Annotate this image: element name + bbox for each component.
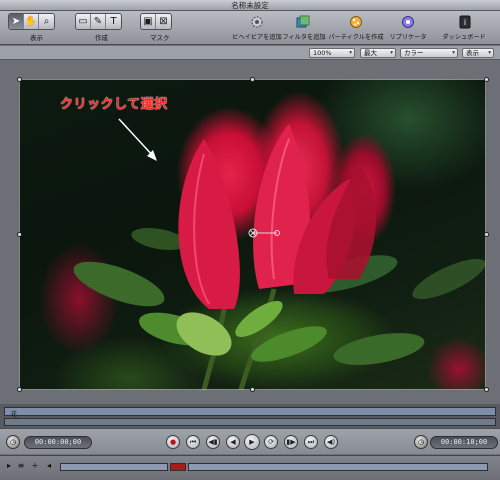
text-icon[interactable]: T (106, 14, 121, 29)
chevron-down-icon: ▾ (488, 50, 491, 56)
bottom-timeline-bar: ▸ ≡ + ◂ (0, 455, 500, 480)
resolution-dropdown[interactable]: 最大 ▾ (360, 48, 396, 58)
resize-handle-bottom-left[interactable] (17, 387, 22, 392)
resolution-value: 最大 (364, 49, 377, 57)
current-timecode[interactable]: 00:00:00;00 (24, 436, 92, 449)
audio-button[interactable]: ◀) (324, 435, 338, 449)
annotation-text: クリックして選択 (60, 97, 168, 112)
view-group-label: 表示 (30, 34, 43, 42)
select-arrow-icon[interactable]: ➤ (9, 14, 24, 29)
step-forward-button[interactable]: ▮▶ (284, 435, 298, 449)
add-filter-label: フィルタを追加 (282, 34, 326, 41)
record-button[interactable]: ● (166, 435, 180, 449)
create-particle-label: パーティクルを作成 (328, 34, 384, 41)
layers-icon[interactable]: ≡ (16, 461, 26, 471)
hand-icon[interactable]: ✋ (24, 14, 39, 29)
go-to-end-button[interactable]: ⏭ (304, 435, 318, 449)
loop-button[interactable]: ⟳ (264, 435, 278, 449)
mini-timeline: 花 (0, 404, 500, 428)
dashboard-label: ダッシュボード (442, 34, 486, 41)
zoom-dropdown[interactable]: 100% ▾ (309, 48, 355, 58)
mask-bezier-icon[interactable]: ⊠ (156, 14, 171, 29)
add-icon[interactable]: + (30, 461, 40, 471)
view-dropdown[interactable]: 表示 ▾ (462, 48, 494, 58)
playhead-marker[interactable] (170, 463, 186, 471)
go-to-start-button[interactable]: ⏮ (186, 435, 200, 449)
gear-icon[interactable] (246, 13, 268, 30)
play-reverse-button[interactable]: ◀ (226, 435, 240, 449)
selection-bounding-box (19, 79, 486, 390)
duration-icon[interactable]: ◷ (414, 435, 428, 449)
add-behavior-label: ビヘイビアを追加 (232, 34, 282, 41)
track-label: 花 (11, 411, 18, 418)
mask-rect-icon[interactable]: ▣ (141, 14, 156, 29)
channel-dropdown[interactable]: カラー ▾ (400, 48, 458, 58)
collapse-icon[interactable]: ▸ (4, 461, 14, 471)
create-group-label: 作成 (95, 34, 108, 42)
resize-handle-left[interactable] (17, 232, 22, 237)
resize-handle-top[interactable] (250, 77, 255, 82)
duration-timecode[interactable]: 00:00:10;00 (430, 436, 498, 449)
pen-icon[interactable]: ✎ (91, 14, 106, 29)
chevron-down-icon: ▾ (390, 50, 393, 56)
window-titlebar: 名称未設定 (0, 0, 500, 11)
dashboard-icon[interactable]: i (454, 13, 476, 30)
play-button[interactable]: ▶ (244, 434, 260, 450)
clock-icon[interactable]: ◷ (6, 435, 20, 449)
resize-handle-top-right[interactable] (484, 77, 489, 82)
canvas-options-bar: 100% ▾ 最大 ▾ カラー ▾ 表示 ▾ (0, 46, 500, 60)
resize-handle-bottom-right[interactable] (484, 387, 489, 392)
view-tools-group: ➤ ✋ ⌕ (8, 13, 55, 30)
create-tools-group: ▭ ✎ T (75, 13, 122, 30)
particle-icon[interactable] (345, 13, 367, 30)
transport-bar: ◷ 00:00:00;00 ● ⏮ ◀▮ ◀ ▶ ⟳ ▮▶ ⏭ ◀) ◷ 00:… (0, 428, 500, 454)
toolbar: ➤ ✋ ⌕ 表示 ▭ ✎ T 作成 ▣ ⊠ マスク ビヘイビアを追加 フィルタを… (0, 11, 500, 45)
mask-group-label: マスク (150, 34, 170, 42)
zoom-value: 100% (313, 49, 332, 57)
step-back-button[interactable]: ◀▮ (206, 435, 220, 449)
resize-handle-bottom[interactable] (250, 387, 255, 392)
timeline-overview-left[interactable] (60, 463, 168, 471)
layer-track[interactable]: 花 (4, 407, 496, 418)
mask-tools-group: ▣ ⊠ (140, 13, 172, 30)
timeline-overview-right[interactable] (188, 463, 488, 471)
rectangle-icon[interactable]: ▭ (76, 14, 91, 29)
channel-value: カラー (404, 49, 424, 57)
chevron-down-icon: ▾ (452, 50, 455, 56)
svg-text:i: i (464, 18, 466, 27)
view-value: 表示 (466, 49, 479, 57)
resize-handle-top-left[interactable] (17, 77, 22, 82)
resize-handle-right[interactable] (484, 232, 489, 237)
nav-left-icon[interactable]: ◂ (44, 461, 54, 471)
replicator-icon[interactable] (397, 13, 419, 30)
chevron-down-icon: ▾ (349, 50, 352, 56)
filter-icon[interactable] (292, 13, 314, 30)
replicator-label: リプリケータ (389, 34, 427, 41)
timeline-ruler[interactable] (4, 418, 496, 426)
window-title: 名称未設定 (231, 1, 269, 10)
zoom-icon[interactable]: ⌕ (39, 14, 54, 29)
